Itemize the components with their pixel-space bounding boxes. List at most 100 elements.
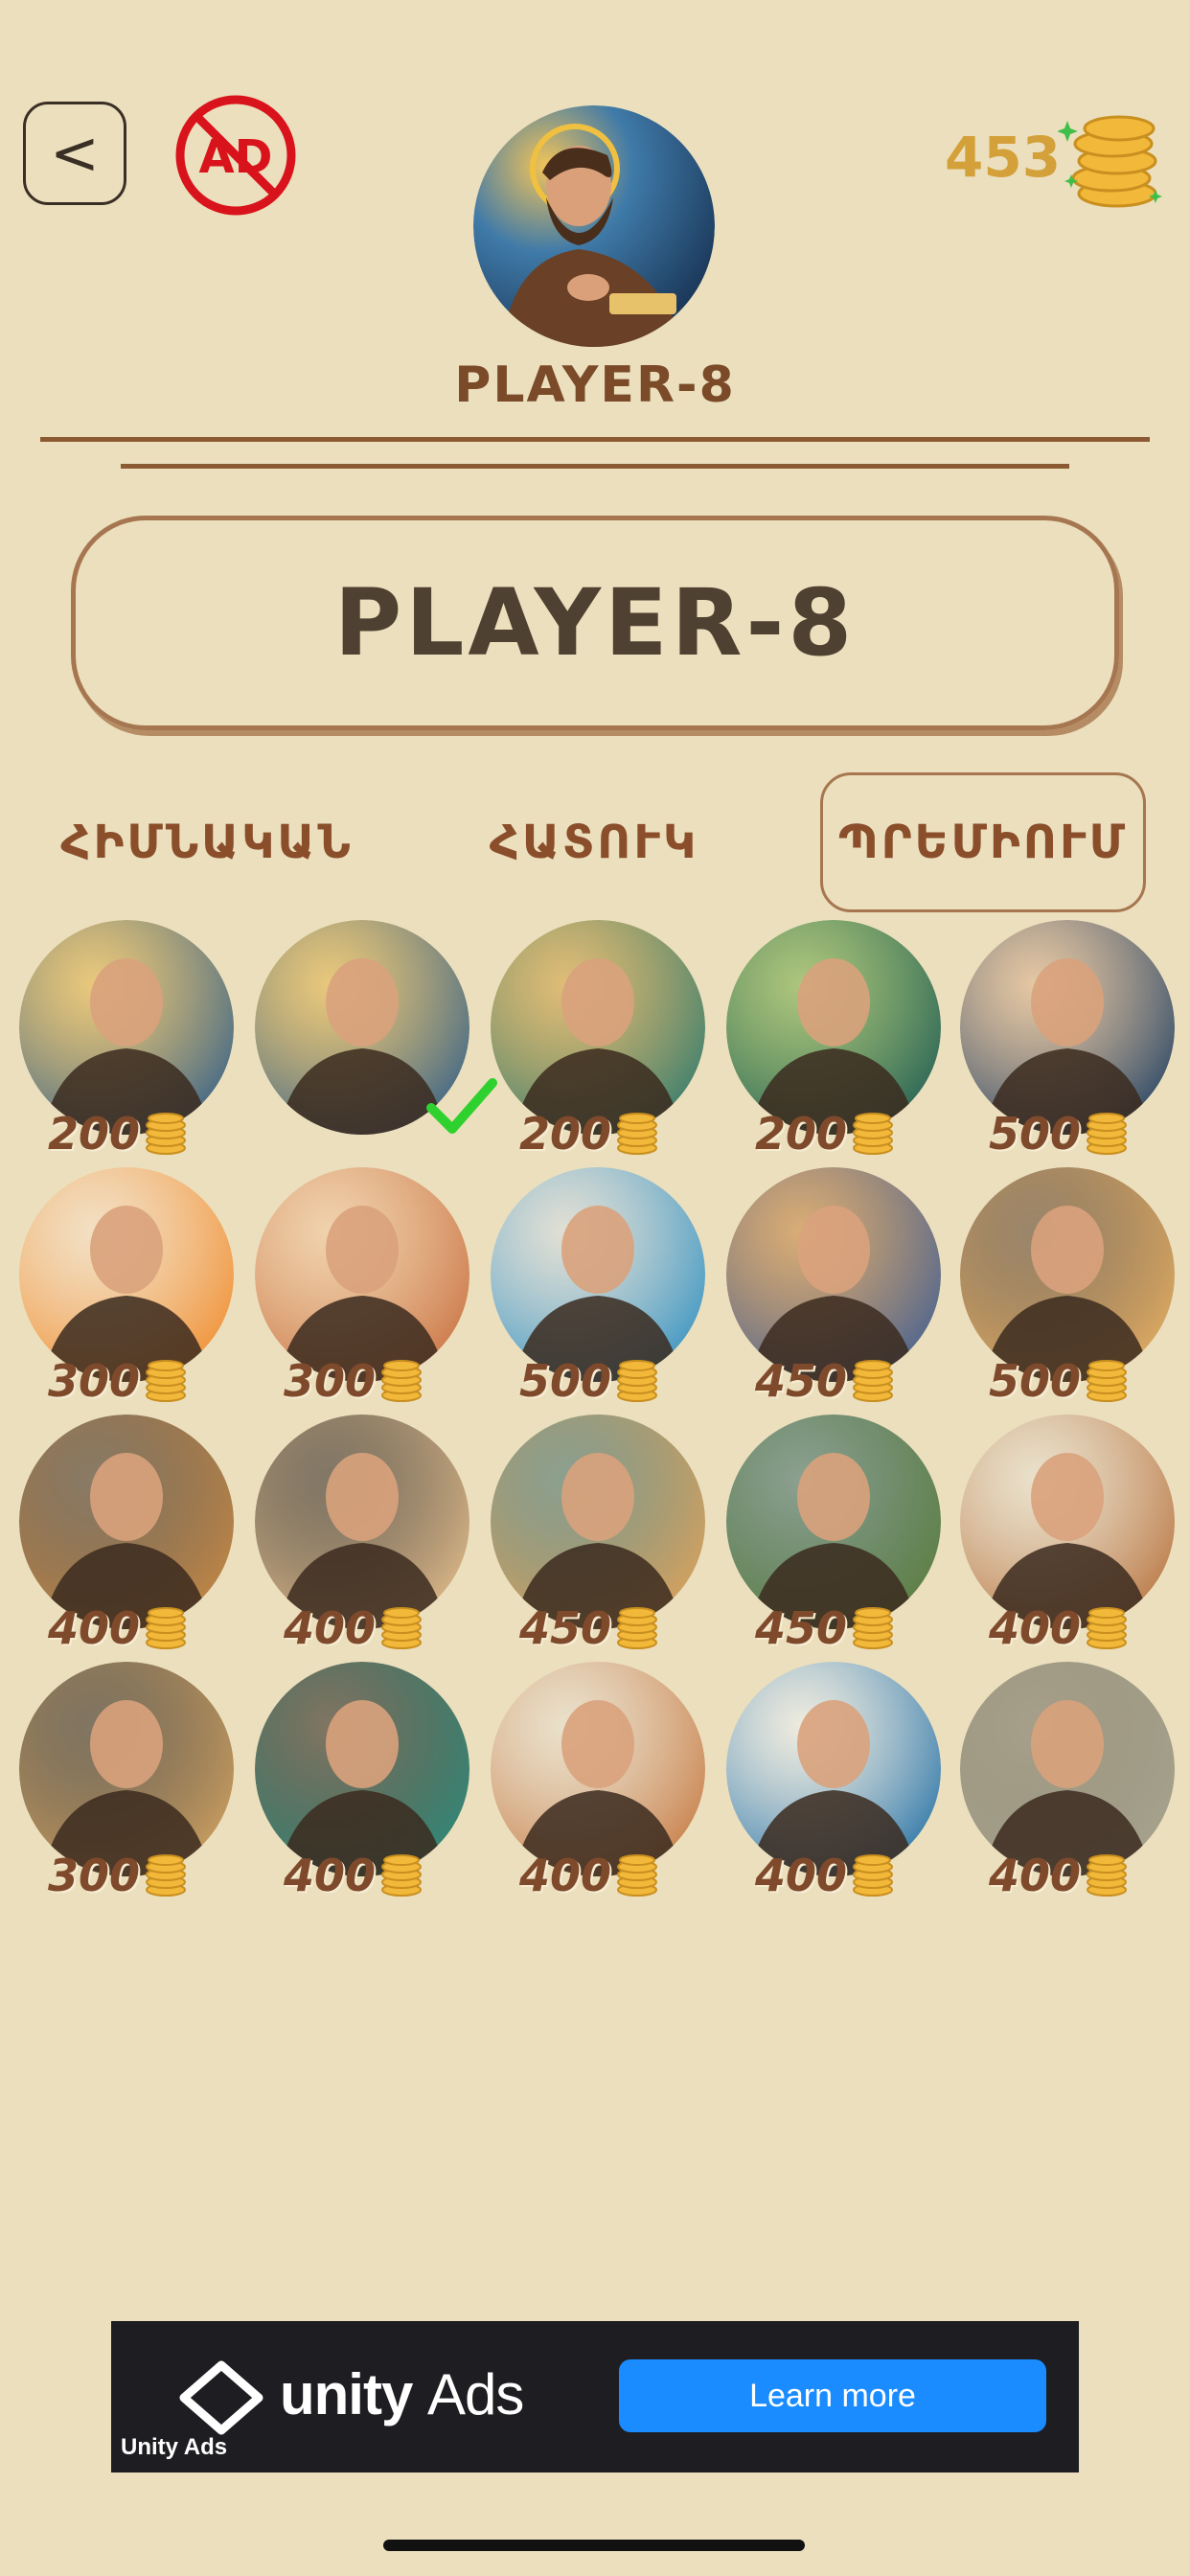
back-label: < [50,118,100,188]
mountain-avatar [726,1662,941,1876]
old-mustache-avatar [491,1662,705,1876]
avatar-cell[interactable]: 400 [960,1414,1177,1654]
coin-icon [146,1607,187,1649]
tab-premium[interactable]: ՊՐԵՄԻՈՒՄ [820,772,1146,912]
price-value: 500 [989,1355,1082,1407]
coin-icon [381,1607,423,1649]
ad-brand-text: unity Ads [280,2361,524,2427]
coin-icon [1087,1607,1128,1649]
avatar-price: 400 [989,1602,1131,1654]
tab-special[interactable]: ՀԱՏՈՒԿ [450,772,738,912]
avatar-price: 400 [284,1602,425,1654]
girl-cartoon-avatar [255,1167,469,1382]
price-value: 500 [989,1108,1082,1160]
avatar-price: 400 [755,1850,897,1901]
avatar-cell[interactable] [255,920,497,1160]
avatar-cell[interactable]: 300 [19,1662,236,1901]
avatar-cell[interactable]: 500 [491,1167,707,1407]
avatar-price: 400 [989,1850,1131,1901]
price-value: 450 [755,1355,848,1407]
price-value: 400 [989,1602,1082,1654]
avatar-cell[interactable]: 400 [255,1414,471,1654]
coin-icon [853,1360,894,1402]
penguin-avatar [491,1167,705,1382]
avatar-price: 400 [519,1850,661,1901]
coin-balance[interactable]: 453 [937,107,1167,213]
avatar-price: 450 [755,1602,897,1654]
coin-icon [146,1360,187,1402]
home-indicator [383,2540,805,2551]
coin-icon [617,1607,658,1649]
avatar-price: 500 [989,1108,1131,1160]
tab-basic[interactable]: ՀԻՄՆԱԿԱՆ [34,772,379,912]
avatar-cell[interactable]: 400 [491,1662,707,1901]
avatar-price: 500 [989,1355,1131,1407]
selected-check-icon [426,1078,497,1134]
tab-special-label: ՀԱՏՈՒԿ [489,816,699,869]
avatar-cell[interactable]: 400 [255,1662,471,1901]
no-ads-label: AD [199,130,273,184]
player-name-field[interactable]: PLAYER-8 [71,516,1119,730]
remove-ads-button[interactable]: AD [172,92,299,218]
price-value: 300 [48,1850,141,1901]
price-value: 400 [48,1602,141,1654]
coin-icon [146,1113,187,1155]
coin-icon [1087,1113,1128,1155]
avatar-cell[interactable]: 400 [19,1414,236,1654]
avatar-cell[interactable]: 300 [255,1167,471,1407]
unity-logo-icon [179,2360,263,2435]
avatar-cell[interactable]: 500 [960,1167,1177,1407]
price-value: 400 [284,1602,377,1654]
avatar-cell[interactable]: 450 [491,1414,707,1654]
current-avatar [473,105,715,347]
saint-scholar-avatar [19,920,234,1135]
avatar-price: 200 [755,1108,897,1160]
avatar-price: 500 [519,1355,661,1407]
avatar-cell[interactable]: 400 [726,1662,943,1901]
back-button[interactable]: < [23,102,126,205]
price-value: 500 [519,1355,612,1407]
coin-icon [146,1854,187,1897]
monument-avatar [960,1662,1175,1876]
avatar-cell[interactable]: 200 [726,920,943,1160]
gentleman-avatar [960,1167,1175,1382]
avatar-cell[interactable]: 450 [726,1167,943,1407]
price-value: 400 [284,1850,377,1901]
curly-man-avatar [255,1414,469,1629]
avatar-cell[interactable]: 200 [491,920,707,1160]
price-value: 200 [755,1108,848,1160]
avatar-price: 200 [48,1108,190,1160]
avatar-price: 450 [755,1355,897,1407]
coin-icon [853,1854,894,1897]
coin-icon [617,1113,658,1155]
coin-icon [853,1113,894,1155]
price-value: 200 [48,1108,141,1160]
glasses-man-avatar [255,1662,469,1876]
divider-bottom [121,464,1069,469]
musician-avatar [726,1167,941,1382]
avatar-cell[interactable]: 400 [960,1662,1177,1901]
avatar-cell[interactable]: 200 [19,920,236,1160]
learn-more-button[interactable]: Learn more [619,2359,1046,2432]
price-value: 200 [519,1108,612,1160]
bearded-sage-avatar [960,1414,1175,1629]
mustache-man-avatar [19,1662,234,1876]
coin-icon [381,1854,423,1897]
tab-basic-label: ՀԻՄՆԱԿԱՆ [60,816,354,869]
coin-icon [1087,1854,1128,1897]
avatar-cell[interactable]: 500 [960,920,1177,1160]
tab-premium-label: ՊՐԵՄԻՈՒՄ [837,816,1129,869]
coin-count: 453 [945,125,1062,190]
ad-banner[interactable]: unity Ads Learn more Unity Ads [111,2321,1079,2472]
player-name-value: PLAYER-8 [333,569,857,677]
no-ads-icon: AD [175,95,296,216]
avatar-price: 300 [48,1355,190,1407]
avatar-cell[interactable]: 450 [726,1414,943,1654]
avatar-cell[interactable]: 300 [19,1167,236,1407]
ad-brand-suffix: Ads [427,2362,524,2426]
mouse-avatar [491,1414,705,1629]
ad-brand: unity [280,2362,413,2426]
price-value: 300 [48,1355,141,1407]
coin-icon [853,1607,894,1649]
avatar-price: 300 [284,1355,425,1407]
